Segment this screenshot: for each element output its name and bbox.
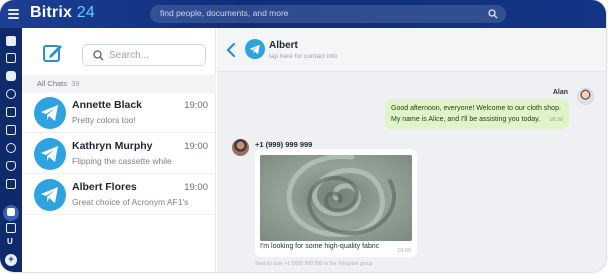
outgoing-message-bubble: Good afternoon, everyone! Welcome to our…: [385, 99, 569, 129]
telegram-icon: [34, 138, 66, 170]
brand-logo[interactable]: Bitrix 24: [30, 4, 95, 22]
telegram-icon: [245, 39, 265, 59]
fabric-photo[interactable]: [260, 155, 412, 241]
feed-icon[interactable]: [6, 36, 16, 46]
chat-search-placeholder: Search...: [109, 50, 150, 61]
top-bar: Bitrix 24 find people, documents, and mo…: [0, 0, 606, 28]
chat-preview: Great choice of Acronym AF1's: [72, 197, 189, 207]
conversation-subtitle[interactable]: tap here for contact info: [269, 53, 337, 60]
all-chats-label: All Chats: [37, 79, 68, 88]
chat-list-item[interactable]: Albert Flores 19:00 Great choice of Acro…: [22, 175, 216, 215]
drive-icon[interactable]: [6, 179, 16, 189]
brand-number: 24: [76, 4, 95, 21]
back-arrow-icon[interactable]: [226, 42, 236, 58]
message-sender: Alan: [552, 89, 568, 96]
message-time: 19:00: [397, 248, 411, 254]
compose-icon[interactable]: [42, 42, 64, 64]
conversation-header[interactable]: Albert tap here for contact info: [217, 28, 606, 72]
message-text: I'm looking for some high-quality fabric: [260, 243, 380, 250]
chat-time: 19:00: [184, 182, 208, 193]
all-chats-count: 39: [71, 79, 80, 88]
all-chats-header[interactable]: All Chats 39: [22, 75, 216, 93]
contact-center-icon[interactable]: [7, 208, 15, 216]
chat-name: Albert Flores: [72, 181, 137, 193]
chat-time: 19:00: [184, 100, 208, 111]
incoming-message-bubble: I'm looking for some high-quality fabric…: [255, 149, 417, 257]
message-text-line: My name is Alice, and I'll be assisting …: [391, 116, 541, 123]
chat-icon[interactable]: [6, 71, 16, 81]
avatar: [577, 88, 594, 105]
chat-list-panel: Search... All Chats 39 Annette Black 19:…: [22, 28, 216, 272]
sent-by-note: Sent by user +1 (999) 999 999 to the Tel…: [255, 261, 373, 267]
sites-icon[interactable]: [6, 223, 16, 233]
chat-list-item[interactable]: Annette Black 19:00 Pretty colors too!: [22, 93, 216, 133]
calendar-icon[interactable]: [6, 125, 16, 135]
crm-icon[interactable]: [6, 107, 16, 117]
chat-time: 19:00: [184, 141, 208, 152]
menu-icon[interactable]: [8, 9, 19, 19]
conversation-title: Albert: [269, 40, 298, 51]
conversation-panel: Albert tap here for contact info Alan Go…: [217, 28, 606, 272]
chat-search-input[interactable]: Search...: [82, 44, 206, 66]
message-text-line: Good afternoon, everyone! Welcome to our…: [391, 105, 561, 112]
message-sender: +1 (999) 999 999: [255, 140, 313, 149]
app-window: Bitrix 24 find people, documents, and mo…: [0, 0, 606, 272]
chat-preview: Flipping the cassette while: [72, 156, 172, 166]
message-time: 18:30: [549, 117, 563, 123]
telegram-icon: [34, 179, 66, 211]
store-icon[interactable]: [6, 161, 16, 171]
chat-preview: Pretty colors too!: [72, 115, 136, 125]
chat-list-item[interactable]: Kathryn Murphy 19:00 Flipping the casset…: [22, 134, 216, 174]
global-search-placeholder: find people, documents, and more: [160, 8, 289, 18]
search-icon[interactable]: [488, 9, 498, 19]
chat-name: Kathryn Murphy: [72, 140, 153, 152]
nav-rail: U +: [0, 28, 22, 272]
avatar: [232, 139, 249, 156]
tasks-icon[interactable]: [6, 53, 16, 63]
chat-name: Annette Black: [72, 99, 143, 111]
brand-name: Bitrix: [30, 4, 73, 21]
add-icon[interactable]: +: [5, 254, 17, 266]
team-icon[interactable]: [6, 89, 16, 99]
global-search-input[interactable]: find people, documents, and more: [150, 5, 506, 23]
user-avatar-letter[interactable]: U: [7, 237, 13, 246]
clock-icon[interactable]: [6, 143, 16, 153]
search-icon: [93, 50, 104, 61]
telegram-icon: [34, 97, 66, 129]
